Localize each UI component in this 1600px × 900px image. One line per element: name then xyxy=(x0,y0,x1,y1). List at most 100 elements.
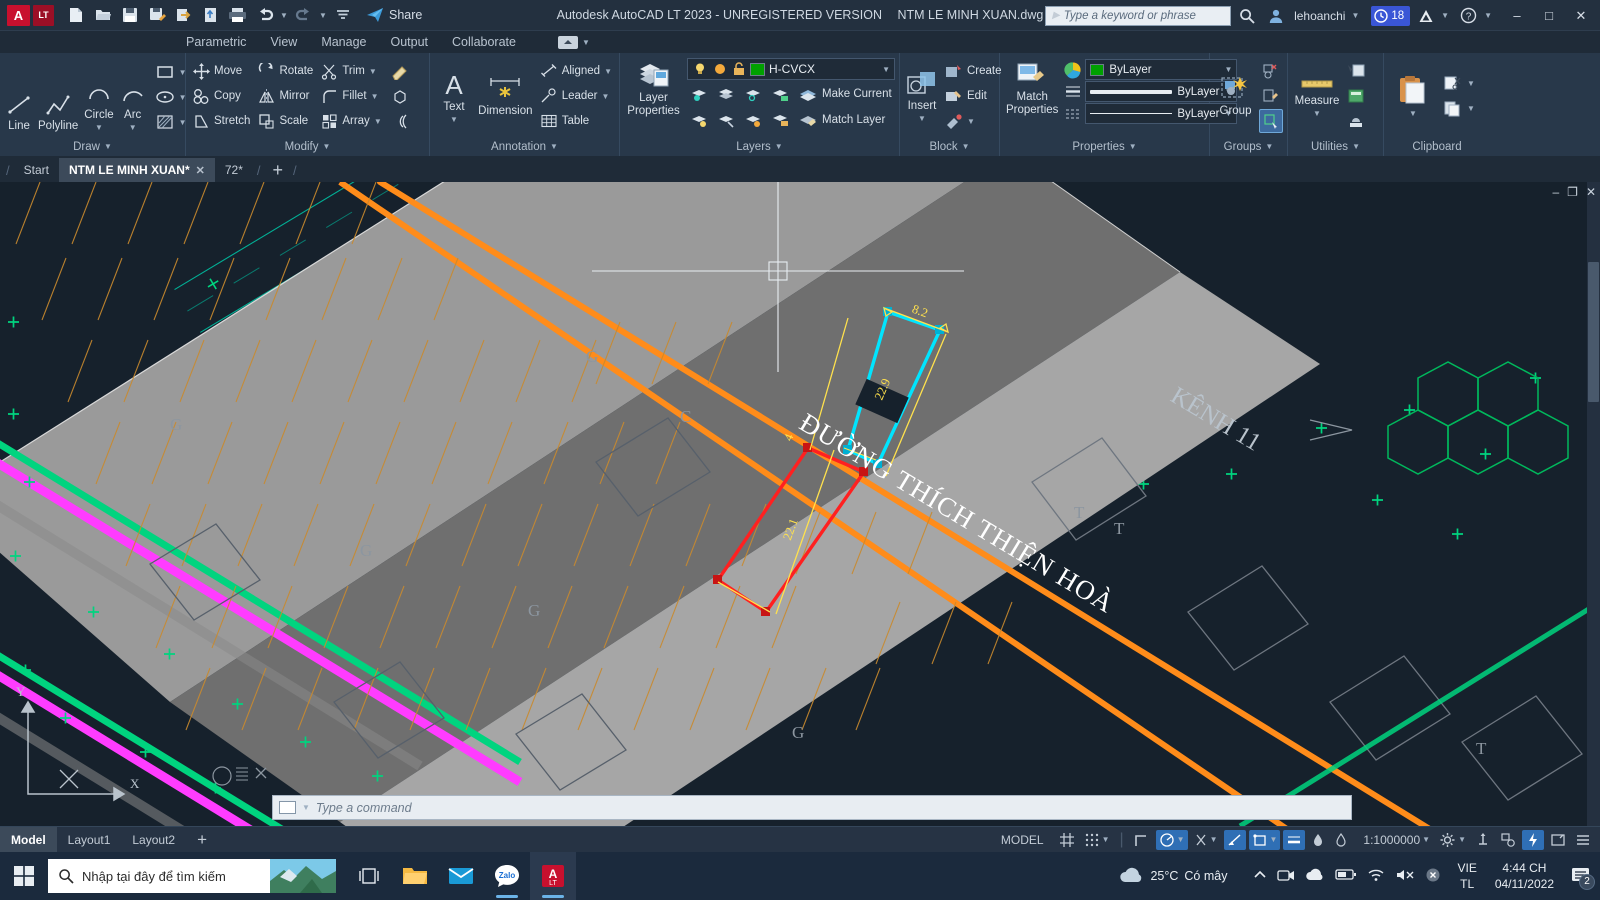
annotation-leader-button[interactable]: Leader ▼ xyxy=(537,84,615,108)
cut-button[interactable]: ▼ xyxy=(1440,72,1478,96)
grid-display-toggle[interactable] xyxy=(1056,830,1078,850)
vert-scrollbar[interactable] xyxy=(1587,182,1600,826)
modify-offset-button[interactable] xyxy=(387,109,412,133)
publish-icon[interactable] xyxy=(197,2,224,29)
layer-properties-button[interactable]: Layer Properties xyxy=(624,58,683,119)
tab-manage[interactable]: Manage xyxy=(321,35,366,49)
ribbon-options-dropdown-icon[interactable]: ▼ xyxy=(582,38,590,47)
aligned-dropdown-icon[interactable]: ▼ xyxy=(604,67,612,76)
autodesk-logo-icon[interactable] xyxy=(1412,2,1439,29)
circle-dropdown-icon[interactable]: ▼ xyxy=(95,123,103,132)
clean-screen-toggle[interactable] xyxy=(1547,830,1569,850)
group-edit-button[interactable] xyxy=(1259,84,1283,108)
doc-tab-72[interactable]: 72* xyxy=(215,158,253,182)
network-button[interactable] xyxy=(1367,868,1385,885)
block-attribute-dropdown-icon[interactable]: ▼ xyxy=(967,117,975,126)
group-selection-toggle[interactable] xyxy=(1259,109,1283,133)
insert-dropdown-icon[interactable]: ▼ xyxy=(918,114,926,123)
modify-fillet-button[interactable]: Fillet ▼ xyxy=(318,84,384,108)
selection-cycling-toggle[interactable] xyxy=(1331,830,1351,850)
new-file-icon[interactable] xyxy=(62,2,89,29)
annotation-panel-expand-icon[interactable]: ▼ xyxy=(550,142,558,151)
snap-dropdown-icon[interactable]: ▼ xyxy=(1102,835,1110,844)
modify-array-button[interactable]: Array ▼ xyxy=(318,109,384,133)
paste-button[interactable]: ▼ xyxy=(1388,73,1438,120)
add-layout-button[interactable]: + xyxy=(186,827,218,853)
block-attribute-button[interactable]: ▼ xyxy=(942,109,1005,133)
doc-tab-ntm-le-minh-xuan[interactable]: NTM LE MINH XUAN* ✕ xyxy=(58,158,215,182)
layer-isolate-button[interactable] xyxy=(687,82,713,106)
annotation-dimension-button[interactable]: Dimension xyxy=(476,73,535,119)
measure-button[interactable]: Measure ▼ xyxy=(1292,73,1342,120)
antivirus-button[interactable] xyxy=(1425,867,1441,886)
notification-center-button[interactable]: 2 xyxy=(1570,865,1595,890)
draw-line-button[interactable]: Line xyxy=(4,90,34,134)
layers-panel-expand-icon[interactable]: ▼ xyxy=(775,142,783,151)
search-icon[interactable] xyxy=(1233,2,1260,29)
isolate-objects-toggle[interactable] xyxy=(1497,830,1519,850)
export-icon[interactable] xyxy=(170,2,197,29)
draw-hatch-button[interactable]: ▼ xyxy=(152,110,190,134)
autocad-button[interactable]: A LT xyxy=(530,852,576,900)
plot-icon[interactable] xyxy=(224,2,251,29)
modify-mirror-button[interactable]: Mirror xyxy=(255,84,316,108)
redo-dropdown-icon[interactable]: ▼ xyxy=(317,2,329,29)
tab-view[interactable]: View xyxy=(270,35,297,49)
trial-days-badge[interactable]: 18 xyxy=(1371,5,1411,26)
start-button[interactable] xyxy=(0,852,48,900)
layer-dropdown-icon[interactable]: ▼ xyxy=(882,65,890,74)
modify-rotate-button[interactable]: Rotate xyxy=(255,59,316,83)
polar-tracking-toggle[interactable]: ▼ xyxy=(1155,829,1188,850)
layer-unisolate-button[interactable] xyxy=(714,82,740,106)
drawing-canvas[interactable]: G G G G G C T T T Y X ĐƯỜNG THÍCH THIỆN … xyxy=(0,182,1600,826)
mail-button[interactable] xyxy=(438,852,484,900)
ribbon-minimize-icon[interactable] xyxy=(557,35,578,49)
measure-dropdown-icon[interactable]: ▼ xyxy=(1313,109,1321,118)
user-dropdown-icon[interactable]: ▼ xyxy=(1351,11,1359,20)
fillet-dropdown-icon[interactable]: ▼ xyxy=(371,92,379,101)
layer-selector-dropdown[interactable]: H-CVCX ▼ xyxy=(687,58,895,80)
new-tab-button[interactable]: + xyxy=(267,158,290,182)
close-button[interactable]: ✕ xyxy=(1566,0,1596,31)
properties-panel-expand-icon[interactable]: ▼ xyxy=(1129,142,1137,151)
layer-match-button[interactable]: Match Layer xyxy=(795,108,888,132)
layout-tab-model[interactable]: Model xyxy=(0,826,57,853)
array-dropdown-icon[interactable]: ▼ xyxy=(374,117,382,126)
onedrive-button[interactable] xyxy=(1305,868,1325,885)
modify-trim-button[interactable]: Trim ▼ xyxy=(318,59,384,83)
weather-widget[interactable]: 25°C Có mây xyxy=(1118,866,1227,886)
snap-mode-toggle[interactable]: ▼ xyxy=(1081,830,1113,850)
search-expand-icon[interactable]: ▶ xyxy=(1052,10,1060,21)
tab-parametric[interactable]: Parametric xyxy=(186,35,246,49)
draw-polyline-button[interactable]: Polyline xyxy=(36,90,80,134)
draw-arc-button[interactable]: Arc ▼ xyxy=(118,83,148,134)
group-button[interactable]: Group xyxy=(1214,73,1257,119)
layer-make-current-button[interactable]: Make Current xyxy=(795,82,895,106)
ortho-mode-toggle[interactable] xyxy=(1131,830,1153,850)
file-explorer-button[interactable] xyxy=(392,852,438,900)
arc-dropdown-icon[interactable]: ▼ xyxy=(129,123,137,132)
annotation-aligned-button[interactable]: Aligned ▼ xyxy=(537,59,615,83)
calculator-button[interactable] xyxy=(1344,84,1368,108)
draw-circle-button[interactable]: Circle ▼ xyxy=(82,83,115,134)
layout-tab-layout1[interactable]: Layout1 xyxy=(57,827,122,853)
workspace-dropdown-icon[interactable]: ▼ xyxy=(1458,835,1466,844)
save-icon[interactable] xyxy=(116,2,143,29)
lineweight-toggle[interactable] xyxy=(1283,829,1306,850)
command-history-icon[interactable]: ▼ xyxy=(302,803,310,812)
text-dropdown-icon[interactable]: ▼ xyxy=(450,115,458,124)
trim-dropdown-icon[interactable]: ▼ xyxy=(369,67,377,76)
minimize-button[interactable]: – xyxy=(1502,0,1532,31)
isometric-toggle[interactable]: ▼ xyxy=(1191,830,1221,850)
paste-dropdown-icon[interactable]: ▼ xyxy=(1409,109,1417,118)
command-line[interactable]: ▼ Type a command xyxy=(272,795,1352,820)
task-view-button[interactable] xyxy=(346,852,392,900)
avatar[interactable] xyxy=(1262,2,1289,29)
vert-scrollbar-thumb[interactable] xyxy=(1588,262,1599,402)
tab-output[interactable]: Output xyxy=(391,35,429,49)
utilities-panel-expand-icon[interactable]: ▼ xyxy=(1352,142,1360,151)
viewport-minimize-button[interactable]: – xyxy=(1552,185,1559,199)
scale-dropdown-icon[interactable]: ▼ xyxy=(1422,835,1430,844)
open-file-icon[interactable] xyxy=(89,2,116,29)
viewport-close-button[interactable]: ✕ xyxy=(1586,185,1596,199)
